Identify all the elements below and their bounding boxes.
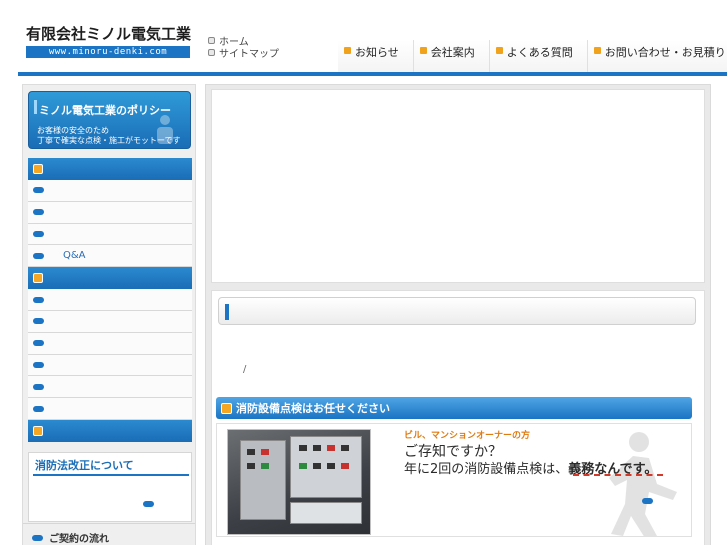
hero-image-area [211,89,705,283]
side-menu-item[interactable] [28,332,192,355]
sidebar: ミノル電気工業のポリシー お客様の安全のため 丁寧で確実な点検・施工がモットーで… [22,84,196,545]
meter-icon [247,449,255,455]
meter-icon [261,449,269,455]
content-section: / 消防設備点検はお任せください ビル、マンションオーナーの方 ご存知ですか？ … [211,290,705,545]
meter-icon [341,445,349,451]
side-menu: Q&A [28,158,192,442]
breadcrumb: / [243,364,247,375]
switchboard-photo [227,429,371,535]
sitemap-link-label[interactable]: サイトマップ [219,45,279,60]
play-icon [33,164,43,174]
meter-icon [313,445,321,451]
promo-kicker: ビル、マンションオーナーの方 [404,431,531,441]
arrow-pill-icon [33,383,44,390]
arrow-pill-icon [33,296,44,303]
law-more-button[interactable] [143,501,154,507]
orange-bullet-icon [419,47,427,54]
panel-right [290,436,362,498]
panel-bottom [290,502,362,524]
company-logo[interactable]: 有限会社ミノル電気工業 [26,23,191,44]
site-header: 有限会社ミノル電気工業 www.minoru-denki.com ホーム サイト… [0,0,727,78]
nav-contact-label[interactable]: お問い合わせ・お見積り [605,44,726,60]
orange-bullet-icon [593,47,601,54]
play-icon [33,425,43,436]
square-bullet-icon [208,48,215,56]
arrow-pill-icon [32,534,43,541]
promo-more-button[interactable] [642,498,653,504]
orange-bullet-icon [495,47,503,54]
side-menu-item[interactable] [28,398,192,420]
banner-accent-mark [34,100,37,114]
side-menu-header-1 [28,158,192,180]
worker-figure-icon [157,115,173,144]
meter-icon [299,463,307,469]
section-heading-text: 消防設備点検はお任せください [236,402,390,415]
page-title-bar [218,297,696,325]
title-accent-mark [225,304,229,320]
arrow-pill-icon [33,318,44,325]
law-revision-box: 消防法改正について [28,452,192,522]
nav-faq[interactable]: よくある質問 [489,40,588,75]
meter-icon [341,463,349,469]
meter-icon [247,463,255,469]
arrow-pill-icon [33,252,44,259]
side-menu-item[interactable] [28,201,192,224]
policy-banner[interactable]: ミノル電気工業のポリシー お客様の安全のため 丁寧で確実な点検・施工がモットーで… [28,91,191,149]
arrow-pill-icon [33,230,44,237]
law-revision-title[interactable]: 消防法改正について [35,457,134,473]
nav-news[interactable]: お知らせ [338,40,414,75]
header-divider [18,72,727,76]
divider [23,523,195,524]
arrow-pill-icon [33,340,44,347]
side-menu-item[interactable] [28,376,192,399]
side-menu-item-label[interactable]: Q&A [63,250,86,261]
arrow-pill-icon [33,187,44,194]
play-icon [33,273,43,284]
arrow-pill-icon [33,405,44,412]
orange-bullet-icon [344,47,351,54]
section-heading: 消防設備点検はお任せください [216,397,692,419]
contract-flow-label[interactable]: ご契約の流れ [49,530,109,545]
side-menu-header-3 [28,419,192,442]
meter-icon [299,445,307,451]
side-menu-header-2 [28,267,192,290]
side-menu-item[interactable] [28,223,192,246]
square-bullet-icon [208,36,215,44]
side-menu-item[interactable] [28,289,192,311]
nav-contact[interactable]: お問い合わせ・お見積り [587,40,727,75]
main-nav: お知らせ 会社案内 よくある質問 お問い合わせ・お見積り [338,40,727,75]
nav-faq-label[interactable]: よくある質問 [507,44,573,60]
side-menu-item[interactable] [28,354,192,377]
emphasis-underline [573,474,663,476]
nav-news-label[interactable]: お知らせ [355,44,399,60]
panel-left [240,440,286,520]
nav-company-label[interactable]: 会社案内 [431,44,475,60]
nav-company[interactable]: 会社案内 [413,40,490,75]
contract-flow-link[interactable]: ご契約の流れ [32,530,109,545]
meter-icon [261,463,269,469]
utility-nav: ホーム サイトマップ [208,34,279,60]
promo-text-prefix: 年に2回の消防設備点検は、 [404,462,569,477]
meter-icon [313,463,321,469]
law-title-underline [33,474,189,476]
sitemap-link[interactable]: サイトマップ [208,45,279,60]
meter-icon [327,445,335,451]
meter-icon [327,463,335,469]
arrow-pill-icon [33,361,44,368]
inspection-promo-banner[interactable]: ビル、マンションオーナーの方 ご存知ですか？ 年に2回の消防設備点検は、義務なん… [216,423,692,537]
side-menu-item-qa[interactable]: Q&A [28,245,192,268]
main-content: / 消防設備点検はお任せください ビル、マンションオーナーの方 ご存知ですか？ … [205,84,711,545]
arrow-pill-icon [33,209,44,216]
side-menu-item[interactable] [28,180,192,202]
side-menu-item[interactable] [28,310,192,333]
site-url-label: www.minoru-denki.com [26,46,190,58]
emergency-exit-icon [609,432,677,536]
play-icon [221,402,232,414]
